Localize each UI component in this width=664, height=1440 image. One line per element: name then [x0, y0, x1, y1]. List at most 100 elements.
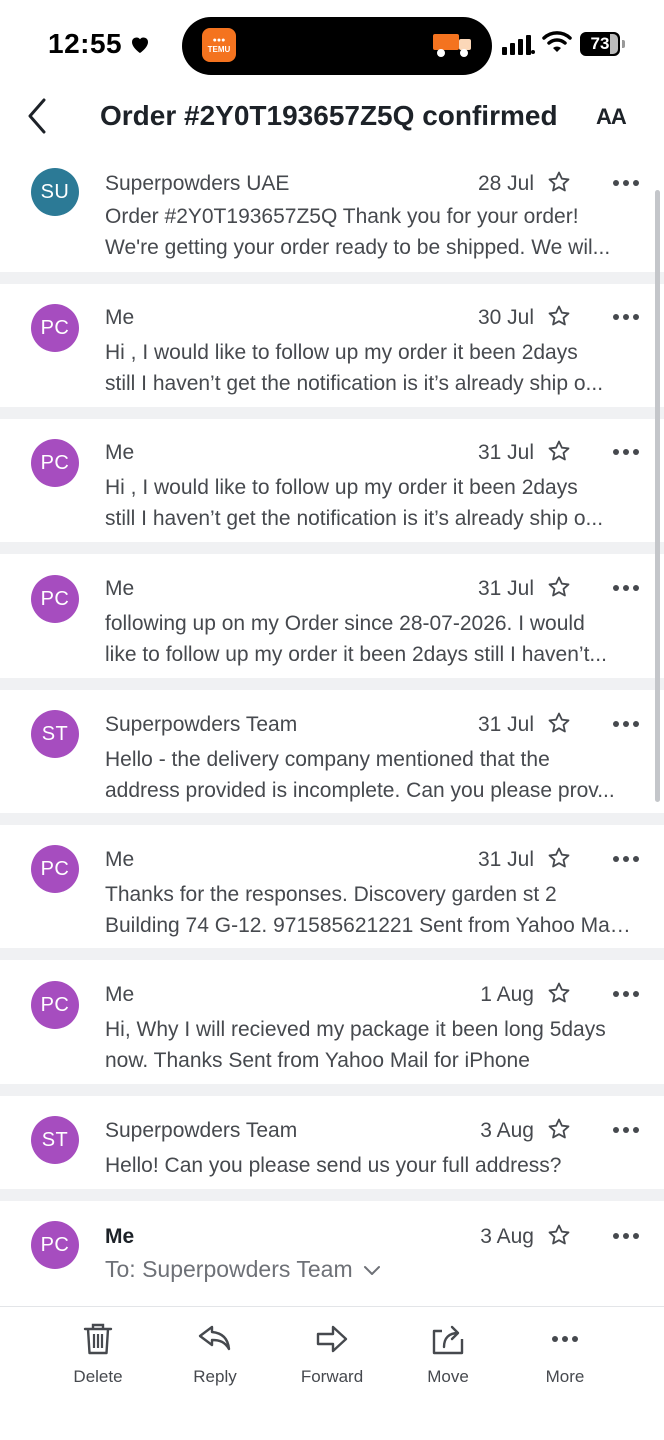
divider: [0, 272, 664, 284]
recipient-text: To: Superpowders Team: [105, 1256, 353, 1282]
heart-icon: [132, 37, 149, 53]
chevron-left-icon[interactable]: [24, 96, 52, 136]
wifi-icon: [542, 31, 572, 52]
reply-label: Reply: [193, 1367, 237, 1386]
star-icon[interactable]: [547, 170, 571, 194]
message-date: 30 Jul: [477, 306, 534, 329]
move-button[interactable]: Move: [398, 1321, 498, 1387]
move-label: Move: [427, 1367, 469, 1386]
thread-message[interactable]: PC Me 1 Aug Hi, Why I will recieved my p…: [0, 960, 664, 1084]
message-date: 31 Jul: [477, 848, 534, 871]
message-date: 31 Jul: [477, 577, 534, 600]
thread-message[interactable]: ST Superpowders Team 31 Jul Hello - the …: [0, 690, 664, 813]
divider: [0, 1084, 664, 1096]
font-size-button[interactable]: AA: [596, 104, 627, 130]
avatar: SU: [31, 168, 79, 216]
divider: [0, 678, 664, 690]
temu-label: TEMU: [207, 45, 231, 54]
thread-message-expanded[interactable]: PC Me 3 Aug To: Superpowders Team: [0, 1201, 664, 1305]
thread-message[interactable]: PC Me 31 Jul Hi , I would like to follow…: [0, 419, 664, 542]
thread-message[interactable]: PC Me 31 Jul Thanks for the responses. D…: [0, 825, 664, 948]
action-toolbar: Delete Reply Forward Move More: [0, 1306, 664, 1440]
temu-app-icon: ●●● TEMU: [202, 28, 236, 62]
more-options-icon[interactable]: [612, 990, 640, 998]
message-preview: following up on my Order since 28-07-202…: [105, 612, 607, 666]
star-icon[interactable]: [547, 711, 571, 735]
thread-message[interactable]: SU Superpowders UAE 28 Jul Order #2Y0T19…: [0, 150, 664, 272]
message-date: 31 Jul: [477, 713, 534, 736]
avatar: ST: [31, 1116, 79, 1164]
message-date: 3 Aug: [480, 1119, 534, 1142]
avatar: PC: [31, 845, 79, 893]
forward-arrow-icon: [316, 1325, 348, 1353]
star-icon[interactable]: [547, 304, 571, 328]
divider: [0, 407, 664, 419]
battery-body: 73: [580, 32, 620, 56]
thread-message[interactable]: PC Me 31 Jul following up on my Order si…: [0, 554, 664, 678]
delivery-truck-icon: [433, 34, 471, 57]
more-options-icon[interactable]: [612, 584, 640, 592]
more-options-icon[interactable]: [612, 720, 640, 728]
more-options-icon[interactable]: [612, 1232, 640, 1240]
message-header: Order #2Y0T193657Z5Q confirmed AA: [0, 90, 664, 150]
recipient-toggle[interactable]: To: Superpowders Team: [105, 1256, 381, 1283]
trash-icon: [83, 1323, 113, 1355]
more-options-icon[interactable]: [612, 313, 640, 321]
delete-button[interactable]: Delete: [48, 1321, 148, 1387]
star-icon[interactable]: [547, 1117, 571, 1141]
divider: [0, 813, 664, 825]
folder-move-icon: [432, 1325, 464, 1355]
chevron-down-icon: [363, 1265, 380, 1275]
forward-button[interactable]: Forward: [282, 1321, 382, 1387]
cellular-signal-icon: [502, 35, 535, 55]
page-title: Order #2Y0T193657Z5Q confirmed: [100, 100, 558, 131]
message-date: 1 Aug: [480, 983, 534, 1006]
more-options-icon[interactable]: [612, 448, 640, 456]
sender-name: Superpowders Team: [105, 1119, 298, 1142]
message-date: 28 Jul: [477, 172, 534, 195]
more-options-icon[interactable]: [612, 855, 640, 863]
thread-message[interactable]: PC Me 30 Jul Hi , I would like to follow…: [0, 284, 664, 407]
status-bar: 12:55 ●●● TEMU 73: [0, 0, 664, 90]
message-preview: Hello - the delivery company mentioned t…: [105, 748, 615, 802]
status-time: 12:55: [48, 28, 152, 60]
avatar: PC: [31, 1221, 79, 1269]
sender-name: Me: [105, 1225, 135, 1248]
star-icon[interactable]: [547, 439, 571, 463]
message-date: 31 Jul: [477, 441, 534, 464]
message-preview: Hi, Why I will recieved my package it be…: [105, 1018, 606, 1072]
avatar: PC: [31, 304, 79, 352]
message-date: 3 Aug: [480, 1225, 534, 1248]
battery-indicator: 73: [580, 32, 626, 56]
star-icon[interactable]: [547, 981, 571, 1005]
message-preview: Order #2Y0T193657Z5Q Thank you for your …: [105, 205, 611, 259]
sender-name: Me: [105, 983, 135, 1006]
sender-name: Me: [105, 848, 135, 871]
star-icon[interactable]: [547, 846, 571, 870]
divider: [0, 948, 664, 960]
time-text: 12:55: [48, 28, 123, 59]
sender-name: Me: [105, 441, 135, 464]
dynamic-island[interactable]: ●●● TEMU: [182, 17, 492, 75]
star-icon[interactable]: [547, 575, 571, 599]
more-options-icon[interactable]: [612, 179, 640, 187]
reply-arrow-icon: [198, 1325, 231, 1351]
more-label: More: [545, 1367, 585, 1386]
message-preview: Hi , I would like to follow up my order …: [105, 476, 604, 530]
reply-button[interactable]: Reply: [165, 1321, 265, 1387]
sender-name: Superpowders Team: [105, 713, 298, 736]
battery-percent: 73: [590, 34, 610, 53]
message-preview: Thanks for the responses. Discovery gard…: [105, 883, 635, 937]
scrollbar[interactable]: [655, 190, 660, 802]
more-button[interactable]: More: [515, 1321, 615, 1387]
divider: [0, 1189, 664, 1201]
thread-message[interactable]: ST Superpowders Team 3 Aug Hello! Can yo…: [0, 1096, 664, 1189]
star-icon[interactable]: [547, 1223, 571, 1247]
avatar: ST: [31, 710, 79, 758]
delete-label: Delete: [73, 1367, 123, 1386]
ellipsis-icon: [552, 1336, 578, 1342]
more-options-icon[interactable]: [612, 1126, 640, 1134]
forward-label: Forward: [300, 1367, 364, 1386]
message-preview: Hello! Can you please send us your full …: [105, 1154, 562, 1177]
avatar: PC: [31, 439, 79, 487]
